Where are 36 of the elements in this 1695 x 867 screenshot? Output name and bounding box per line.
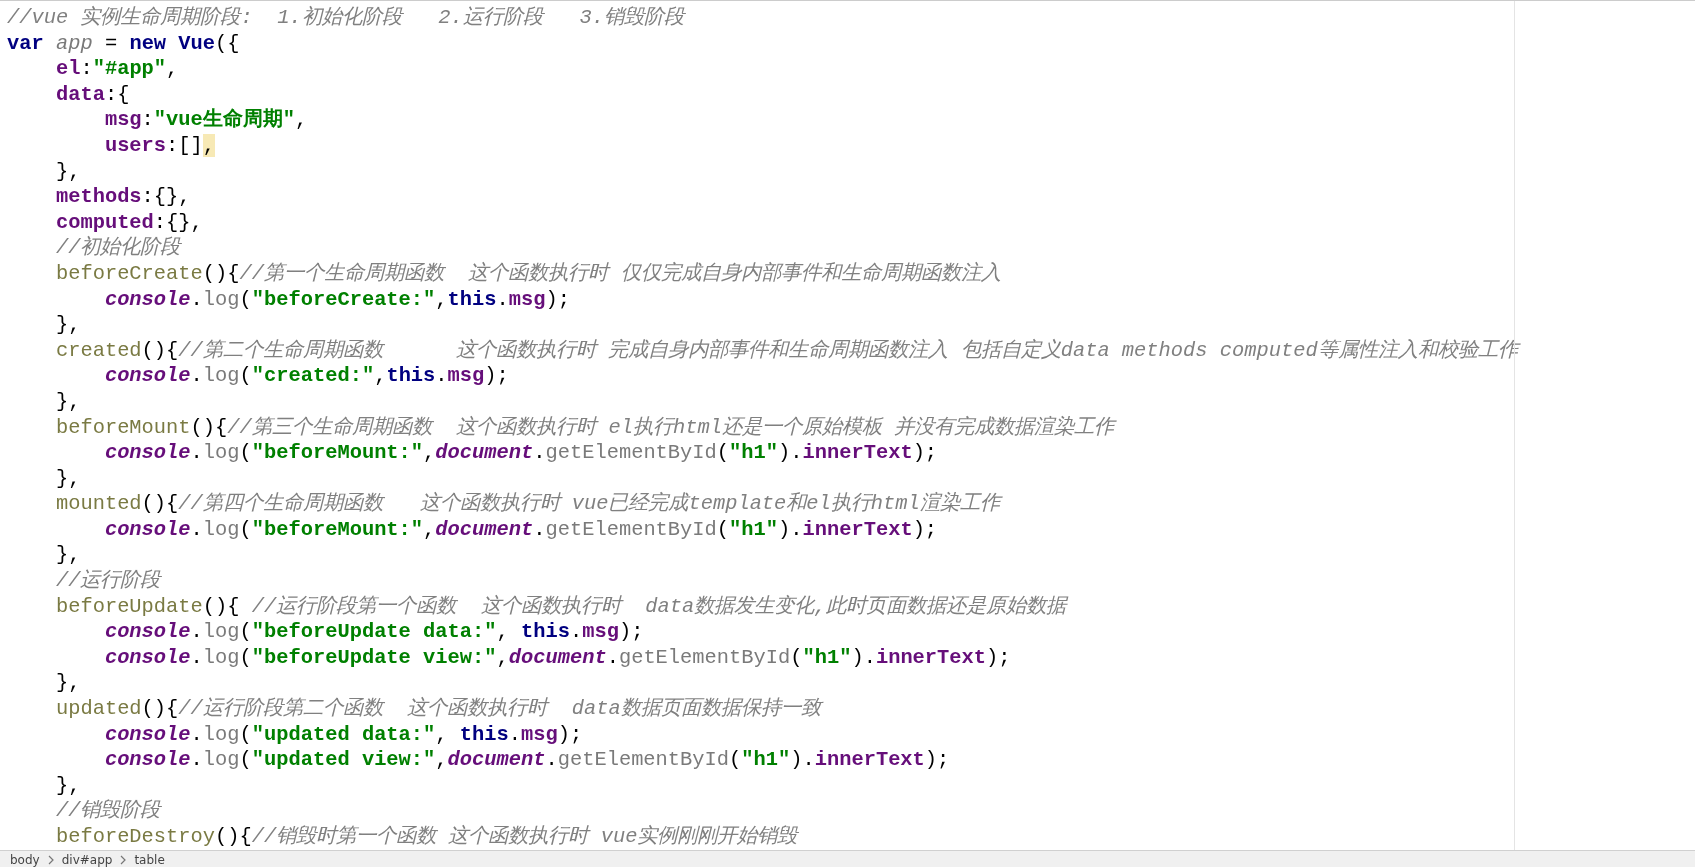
code-line: beforeDestroy(){//销毁时第一个函数 这个函数执行时 vue实例刚刚开始销毁 (54, 824, 798, 850)
chevron-right-icon (120, 854, 127, 865)
code-line: beforeCreate(){//第一个生命周期函数 这个函数执行时 仅仅完成自身内部事件和生命周期函数注入 (54, 260, 1001, 287)
code-line: computed:{}, (54, 209, 203, 236)
code-line: console.log("beforeUpdate data:", this.msg); (103, 619, 644, 645)
code-line: console.log("beforeCreate:",this.msg); (103, 286, 570, 313)
code-line: beforeMount(){//第三个生命周期函数 这个函数执行时 el执行html还是一个原始模板 并没有完成数据渲染工作 (54, 414, 1115, 441)
code-line: console.log("beforeMount:",document.getElementById("h1").innerText); (103, 516, 938, 543)
code-line: //初始化阶段 (54, 235, 181, 261)
code-line: }, (54, 465, 81, 492)
code-line: }, (54, 312, 81, 338)
code-line: var app = new Vue({ (7, 30, 240, 57)
code-line: //vue 实例生命周期阶段: 1.初始化阶段 2.运行阶段 3.销毁阶段 (7, 5, 684, 31)
code-line: //运行阶段 (54, 568, 161, 594)
code-line: }, (54, 772, 81, 799)
code-line: methods:{}, (54, 184, 191, 210)
code-line: msg:"vue生命周期", (103, 107, 308, 133)
breadcrumb[interactable]: div#app (61, 851, 113, 867)
chevron-right-icon (47, 854, 54, 865)
code-line: }, (54, 670, 81, 697)
code-editor[interactable] (0, 0, 1695, 850)
code-line: data:{ (54, 81, 130, 108)
code-line: //销毁阶段 (54, 798, 161, 824)
code-line: beforeUpdate(){ //运行阶段第一个函数 这个函数执行时 data数据发生变化,此时页面数据还是原始数据 (54, 593, 1067, 620)
code-line: console.log("beforeMount:",document.getElementById("h1").innerText); (103, 440, 938, 466)
code-line: }, (54, 388, 81, 415)
code-line: console.log("created:",this.msg); (103, 363, 509, 389)
code-line: }, (54, 542, 81, 569)
breadcrumb[interactable]: body (10, 851, 40, 867)
code-line: console.log("updated data:", this.msg); (103, 721, 583, 748)
code-line: }, (54, 158, 81, 185)
code-line: console.log("beforeUpdate view:",document.getElementById("h1").innerText); (103, 644, 1011, 671)
code-line: el:"#app", (54, 56, 179, 82)
code-line: users:[], (103, 132, 216, 159)
code-line: console.log("updated view:",document.getElementById("h1").innerText); (103, 747, 950, 773)
breadcrumb[interactable]: table (134, 851, 165, 867)
